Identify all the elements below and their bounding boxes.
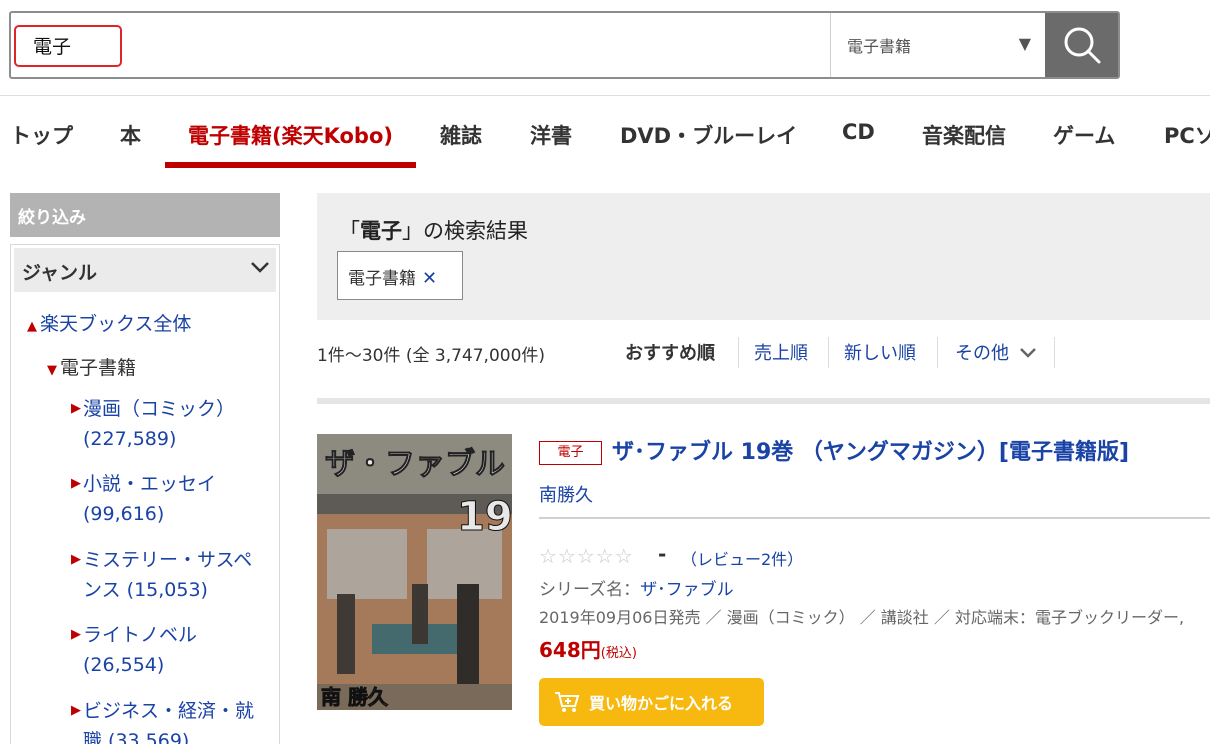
series-link[interactable]: ザ･ファブル: [640, 580, 734, 600]
nav-item-cd[interactable]: CD: [842, 120, 875, 144]
genre-item-count: (99,616): [83, 503, 165, 525]
genre-item-label-cont: ンス (15,053): [83, 579, 208, 601]
sort-sales[interactable]: 売上順: [754, 339, 808, 365]
results-title-close: 」の検索結果: [402, 219, 528, 243]
rating-value: -: [658, 542, 667, 566]
cart-icon: [555, 692, 580, 712]
genre-current-label: 電子書籍: [60, 357, 137, 379]
genre-label: ジャンル: [22, 262, 98, 284]
results-title: 「電子」の検索結果: [339, 215, 528, 245]
chevron-down-icon: [251, 262, 269, 273]
genre-item-label: 小説・エッセイ: [83, 473, 217, 495]
product-title-link[interactable]: ザ･ファブル 19巻 （ヤングマガジン）[電子書籍版]: [612, 434, 1129, 466]
genre-panel: ジャンル ▲ 楽天ブックス全体 ▼ 電子書籍 ▶ 漫画（コミック） (227,589…: [10, 244, 280, 744]
genre-item-novels[interactable]: ▶ 小説・エッセイ (99,616): [71, 469, 217, 529]
triangle-down-icon: ▼: [47, 363, 57, 378]
search-button[interactable]: [1045, 13, 1118, 77]
triangle-right-icon: ▶: [71, 703, 81, 718]
sort-newest[interactable]: 新しい順: [844, 339, 916, 365]
genre-item-label: 漫画（コミック）: [83, 398, 236, 420]
review-count-link[interactable]: （レビュー2件）: [681, 546, 803, 570]
add-to-cart-button[interactable]: 買い物かごに入れる: [539, 678, 764, 726]
genre-item-mystery[interactable]: ▶ ミステリー・サスペ ンス (15,053): [71, 545, 253, 605]
genre-item-label-cont: 職 (33,569): [83, 730, 190, 744]
sort-recommended[interactable]: おすすめ順: [625, 339, 715, 365]
nav-item-music[interactable]: 音楽配信: [922, 120, 1006, 150]
genre-item-count: (26,554): [83, 654, 165, 676]
chevron-down-icon: [1019, 348, 1036, 358]
add-to-cart-label: 買い物かごに入れる: [589, 694, 734, 713]
price-value: 648円: [539, 638, 601, 662]
result-count: 1件～30件 (全 3,747,000件): [317, 346, 546, 366]
cover-author-text: 南 勝久: [321, 685, 389, 709]
triangle-right-icon: ▶: [71, 627, 81, 642]
nav-item-ebooks[interactable]: 電子書籍(楽天Kobo): [188, 120, 393, 150]
triangle-up-icon: ▲: [27, 319, 37, 334]
product-cover-image[interactable]: ザ・ファブル 19 南 勝久: [317, 434, 512, 710]
search-input[interactable]: [11, 13, 830, 77]
cover-volume-text: 19: [457, 494, 512, 540]
nav-item-games[interactable]: ゲーム: [1053, 120, 1115, 150]
filter-tag-label: 電子書籍: [348, 269, 416, 289]
genre-all-link[interactable]: ▲ 楽天ブックス全体: [27, 309, 191, 336]
genre-toggle[interactable]: ジャンル: [14, 248, 276, 292]
genre-item-label: ミステリー・サスペ: [83, 549, 253, 571]
genre-item-light-novels[interactable]: ▶ ライトノベル (26,554): [71, 620, 198, 680]
nav-item-dvd[interactable]: DVD・ブルーレイ: [620, 120, 797, 150]
results-title-query: 電子: [360, 219, 402, 243]
genre-item-label: ビジネス・経済・就: [83, 700, 255, 722]
genre-item-count: (227,589): [83, 428, 177, 450]
category-select-value: 電子書籍: [847, 37, 912, 56]
category-nav: トップ 本 電子書籍(楽天Kobo) 雑誌 洋書 DVD・ブルーレイ CD 音楽…: [0, 96, 1210, 172]
ebook-badge: 電子: [539, 441, 602, 465]
sort-divider: [937, 337, 938, 368]
product-author-link[interactable]: 南勝久: [539, 481, 593, 507]
genre-item-label: ライトノベル: [83, 624, 198, 646]
rating-stars: ☆☆☆☆☆: [539, 544, 634, 568]
product-series: シリーズ名：ザ･ファブル: [539, 575, 734, 600]
genre-item-business[interactable]: ▶ ビジネス・経済・就 職 (33,569): [71, 696, 255, 744]
price-tax-note: (税込): [600, 646, 637, 661]
nav-item-pc-software[interactable]: PCソ: [1164, 120, 1210, 150]
triangle-right-icon: ▶: [71, 552, 81, 567]
active-filter-tag: 電子書籍 ✕: [337, 251, 463, 300]
sort-other-label: その他: [955, 343, 1009, 364]
series-label: シリーズ名：: [539, 580, 641, 600]
triangle-right-icon: ▶: [71, 401, 81, 416]
product-meta: 2019年09月06日発売 ／ 漫画（コミック） ／ 講談社 ／ 対応端末：電子…: [539, 608, 1185, 627]
genre-current: ▼ 電子書籍: [47, 353, 136, 380]
triangle-right-icon: ▶: [71, 476, 81, 491]
results-title-open: 「: [339, 219, 360, 243]
nav-active-indicator: [165, 162, 416, 168]
genre-item-manga[interactable]: ▶ 漫画（コミック） (227,589): [71, 394, 236, 454]
sort-divider: [1054, 337, 1055, 368]
category-select[interactable]: 電子書籍 ▼: [830, 13, 1045, 77]
search-icon: [1064, 27, 1100, 64]
nav-item-magazines[interactable]: 雑誌: [440, 120, 482, 150]
nav-item-top[interactable]: トップ: [10, 120, 73, 150]
cover-title-text: ザ・ファブル: [325, 447, 505, 482]
results-divider: [317, 398, 1210, 404]
close-icon[interactable]: ✕: [422, 268, 437, 289]
sort-other[interactable]: その他: [955, 339, 1037, 365]
sort-divider: [828, 337, 829, 368]
product-divider: [539, 517, 1210, 519]
genre-all-label: 楽天ブックス全体: [40, 313, 192, 335]
product-price: 648円(税込): [539, 634, 637, 663]
search-bar: 電子書籍 ▼: [9, 11, 1120, 79]
nav-item-books[interactable]: 本: [120, 120, 141, 150]
sort-divider: [738, 337, 739, 368]
chevron-down-icon: ▼: [1018, 34, 1031, 53]
filter-heading: 絞り込み: [10, 193, 280, 237]
nav-item-foreign-books[interactable]: 洋書: [530, 120, 572, 150]
results-header: 「電子」の検索結果 電子書籍 ✕: [317, 193, 1210, 320]
